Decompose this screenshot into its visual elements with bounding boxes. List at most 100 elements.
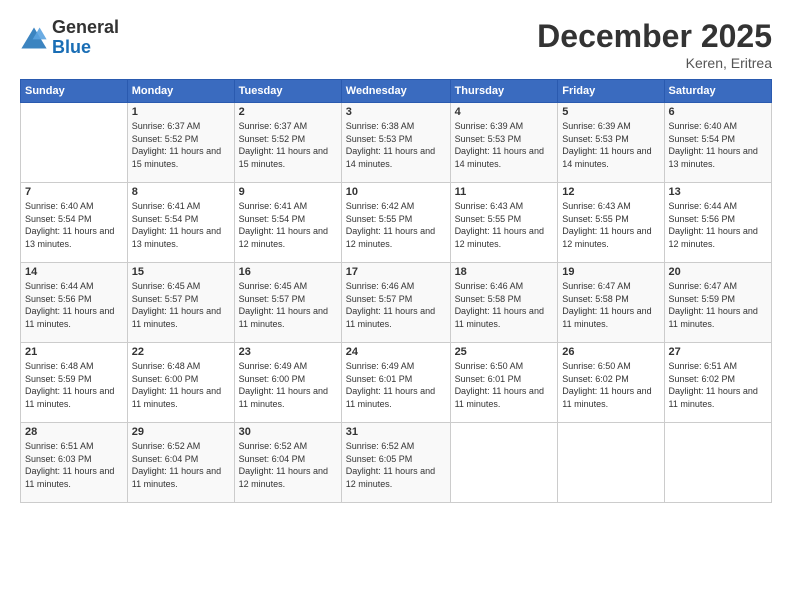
day-info: Sunrise: 6:48 AM Sunset: 5:59 PM Dayligh… xyxy=(25,360,123,410)
day-info: Sunrise: 6:52 AM Sunset: 6:04 PM Dayligh… xyxy=(239,440,337,490)
day-info: Sunrise: 6:52 AM Sunset: 6:04 PM Dayligh… xyxy=(132,440,230,490)
day-info: Sunrise: 6:46 AM Sunset: 5:57 PM Dayligh… xyxy=(346,280,446,330)
day-cell: 27 Sunrise: 6:51 AM Sunset: 6:02 PM Dayli… xyxy=(664,343,771,423)
day-cell: 17 Sunrise: 6:46 AM Sunset: 5:57 PM Dayli… xyxy=(341,263,450,343)
logo-text: General Blue xyxy=(52,18,119,58)
day-info: Sunrise: 6:51 AM Sunset: 6:02 PM Dayligh… xyxy=(669,360,767,410)
col-monday: Monday xyxy=(127,80,234,103)
day-info: Sunrise: 6:41 AM Sunset: 5:54 PM Dayligh… xyxy=(239,200,337,250)
day-number: 3 xyxy=(346,106,446,118)
week-row-1: 1 Sunrise: 6:37 AM Sunset: 5:52 PM Daylig… xyxy=(21,103,772,183)
day-cell: 24 Sunrise: 6:49 AM Sunset: 6:01 PM Dayli… xyxy=(341,343,450,423)
day-cell: 7Sunrise: 6:40 AM Sunset: 5:54 PM Daylig… xyxy=(21,183,128,263)
calendar-header: Sunday Monday Tuesday Wednesday Thursday… xyxy=(21,80,772,103)
day-info: Sunrise: 6:45 AM Sunset: 5:57 PM Dayligh… xyxy=(132,280,230,330)
day-cell: 19 Sunrise: 6:47 AM Sunset: 5:58 PM Dayli… xyxy=(558,263,664,343)
day-cell: 12 Sunrise: 6:43 AM Sunset: 5:55 PM Dayli… xyxy=(558,183,664,263)
day-cell xyxy=(664,423,771,503)
day-number: 29 xyxy=(132,426,230,438)
day-cell xyxy=(21,103,128,183)
day-number: 24 xyxy=(346,346,446,358)
day-info: Sunrise: 6:47 AM Sunset: 5:58 PM Dayligh… xyxy=(562,280,659,330)
day-cell: 21 Sunrise: 6:48 AM Sunset: 5:59 PM Dayli… xyxy=(21,343,128,423)
day-number: 25 xyxy=(455,346,554,358)
day-number: 31 xyxy=(346,426,446,438)
day-cell: 10 Sunrise: 6:42 AM Sunset: 5:55 PM Dayli… xyxy=(341,183,450,263)
day-info: Sunrise: 6:41 AM Sunset: 5:54 PM Dayligh… xyxy=(132,200,230,250)
day-cell xyxy=(558,423,664,503)
day-number: 22 xyxy=(132,346,230,358)
day-number: 10 xyxy=(346,186,446,198)
day-cell: 1Sunrise: 6:37 AM Sunset: 5:52 PM Daylig… xyxy=(127,103,234,183)
day-info: Sunrise: 6:39 AM Sunset: 5:53 PM Dayligh… xyxy=(562,120,659,170)
day-number: 9 xyxy=(239,186,337,198)
day-number: 8 xyxy=(132,186,230,198)
day-info: Sunrise: 6:44 AM Sunset: 5:56 PM Dayligh… xyxy=(669,200,767,250)
location: Keren, Eritrea xyxy=(537,55,772,71)
month-title: December 2025 xyxy=(537,18,772,55)
day-number: 1 xyxy=(132,106,230,118)
logo: General Blue xyxy=(20,18,119,58)
col-friday: Friday xyxy=(558,80,664,103)
week-row-5: 28Sunrise: 6:51 AM Sunset: 6:03 PM Dayli… xyxy=(21,423,772,503)
day-cell: 3 Sunrise: 6:38 AM Sunset: 5:53 PM Daylig… xyxy=(341,103,450,183)
day-info: Sunrise: 6:45 AM Sunset: 5:57 PM Dayligh… xyxy=(239,280,337,330)
day-info: Sunrise: 6:46 AM Sunset: 5:58 PM Dayligh… xyxy=(455,280,554,330)
day-info: Sunrise: 6:47 AM Sunset: 5:59 PM Dayligh… xyxy=(669,280,767,330)
day-number: 20 xyxy=(669,266,767,278)
day-number: 21 xyxy=(25,346,123,358)
day-cell: 30 Sunrise: 6:52 AM Sunset: 6:04 PM Dayli… xyxy=(234,423,341,503)
day-number: 16 xyxy=(239,266,337,278)
day-cell: 18 Sunrise: 6:46 AM Sunset: 5:58 PM Dayli… xyxy=(450,263,558,343)
day-number: 6 xyxy=(669,106,767,118)
day-info: Sunrise: 6:37 AM Sunset: 5:52 PM Dayligh… xyxy=(239,120,337,170)
day-info: Sunrise: 6:38 AM Sunset: 5:53 PM Dayligh… xyxy=(346,120,446,170)
day-number: 14 xyxy=(25,266,123,278)
page: General Blue December 2025 Keren, Eritre… xyxy=(0,0,792,612)
calendar: Sunday Monday Tuesday Wednesday Thursday… xyxy=(20,79,772,503)
day-cell: 22 Sunrise: 6:48 AM Sunset: 6:00 PM Dayli… xyxy=(127,343,234,423)
day-cell: 6 Sunrise: 6:40 AM Sunset: 5:54 PM Daylig… xyxy=(664,103,771,183)
day-cell: 5Sunrise: 6:39 AM Sunset: 5:53 PM Daylig… xyxy=(558,103,664,183)
day-info: Sunrise: 6:44 AM Sunset: 5:56 PM Dayligh… xyxy=(25,280,123,330)
day-cell xyxy=(450,423,558,503)
day-info: Sunrise: 6:43 AM Sunset: 5:55 PM Dayligh… xyxy=(455,200,554,250)
day-info: Sunrise: 6:43 AM Sunset: 5:55 PM Dayligh… xyxy=(562,200,659,250)
day-info: Sunrise: 6:39 AM Sunset: 5:53 PM Dayligh… xyxy=(455,120,554,170)
day-cell: 20 Sunrise: 6:47 AM Sunset: 5:59 PM Dayli… xyxy=(664,263,771,343)
day-info: Sunrise: 6:42 AM Sunset: 5:55 PM Dayligh… xyxy=(346,200,446,250)
day-number: 11 xyxy=(455,186,554,198)
day-number: 30 xyxy=(239,426,337,438)
day-info: Sunrise: 6:40 AM Sunset: 5:54 PM Dayligh… xyxy=(25,200,123,250)
day-number: 23 xyxy=(239,346,337,358)
day-number: 19 xyxy=(562,266,659,278)
calendar-body: 1 Sunrise: 6:37 AM Sunset: 5:52 PM Daylig… xyxy=(21,103,772,503)
week-row-4: 21 Sunrise: 6:48 AM Sunset: 5:59 PM Dayli… xyxy=(21,343,772,423)
day-number: 28 xyxy=(25,426,123,438)
day-cell: 15 Sunrise: 6:45 AM Sunset: 5:57 PM Dayli… xyxy=(127,263,234,343)
logo-general-label: General xyxy=(52,18,119,38)
day-number: 27 xyxy=(669,346,767,358)
day-number: 12 xyxy=(562,186,659,198)
day-number: 18 xyxy=(455,266,554,278)
day-number: 26 xyxy=(562,346,659,358)
header-row: Sunday Monday Tuesday Wednesday Thursday… xyxy=(21,80,772,103)
day-info: Sunrise: 6:40 AM Sunset: 5:54 PM Dayligh… xyxy=(669,120,767,170)
day-cell: 2Sunrise: 6:37 AM Sunset: 5:52 PM Daylig… xyxy=(234,103,341,183)
day-info: Sunrise: 6:49 AM Sunset: 6:01 PM Dayligh… xyxy=(346,360,446,410)
day-info: Sunrise: 6:50 AM Sunset: 6:01 PM Dayligh… xyxy=(455,360,554,410)
week-row-2: 7Sunrise: 6:40 AM Sunset: 5:54 PM Daylig… xyxy=(21,183,772,263)
day-number: 4 xyxy=(455,106,554,118)
day-cell: 8 Sunrise: 6:41 AM Sunset: 5:54 PM Daylig… xyxy=(127,183,234,263)
day-info: Sunrise: 6:50 AM Sunset: 6:02 PM Dayligh… xyxy=(562,360,659,410)
day-cell: 14 Sunrise: 6:44 AM Sunset: 5:56 PM Dayli… xyxy=(21,263,128,343)
day-info: Sunrise: 6:52 AM Sunset: 6:05 PM Dayligh… xyxy=(346,440,446,490)
day-cell: 4 Sunrise: 6:39 AM Sunset: 5:53 PM Daylig… xyxy=(450,103,558,183)
day-number: 17 xyxy=(346,266,446,278)
col-sunday: Sunday xyxy=(21,80,128,103)
col-saturday: Saturday xyxy=(664,80,771,103)
col-thursday: Thursday xyxy=(450,80,558,103)
day-number: 15 xyxy=(132,266,230,278)
day-info: Sunrise: 6:48 AM Sunset: 6:00 PM Dayligh… xyxy=(132,360,230,410)
day-cell: 16 Sunrise: 6:45 AM Sunset: 5:57 PM Dayli… xyxy=(234,263,341,343)
